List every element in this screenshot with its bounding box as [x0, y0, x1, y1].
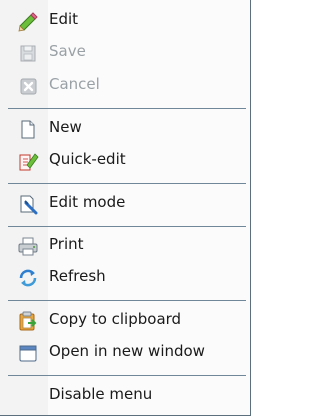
edit-mode-icon	[17, 193, 39, 215]
menu-item-label: Cancel	[49, 75, 100, 93]
context-menu: Edit Save Cancel New Quick-edit Edit mod…	[0, 0, 251, 416]
menu-item-edit[interactable]: Edit	[0, 4, 250, 36]
menu-item-label: Edit	[49, 10, 79, 28]
clipboard-icon	[17, 310, 39, 332]
menu-item-label: Refresh	[49, 267, 106, 285]
menu-separator	[8, 183, 246, 184]
printer-icon	[17, 235, 39, 257]
menu-separator	[8, 108, 246, 109]
menu-item-print[interactable]: Print	[0, 229, 250, 261]
menu-item-cancel[interactable]: Cancel	[0, 69, 250, 101]
menu-item-label: Save	[49, 42, 86, 60]
save-icon	[17, 42, 39, 64]
menu-item-quick-edit[interactable]: Quick-edit	[0, 144, 250, 176]
menu-item-new[interactable]: New	[0, 112, 250, 144]
menu-item-label: Print	[49, 235, 84, 253]
menu-item-label: New	[49, 118, 82, 136]
menu-item-label: Quick-edit	[49, 150, 126, 168]
menu-separator	[8, 300, 246, 301]
menu-item-label: Edit mode	[49, 193, 126, 211]
menu-item-label: Open in new window	[49, 342, 205, 360]
quick-edit-icon	[17, 150, 39, 172]
menu-item-save[interactable]: Save	[0, 36, 250, 68]
pencil-icon	[17, 10, 39, 32]
menu-item-copy-to-clipboard[interactable]: Copy to clipboard	[0, 304, 250, 336]
menu-item-edit-mode[interactable]: Edit mode	[0, 187, 250, 219]
new-window-icon	[17, 342, 39, 364]
refresh-icon	[17, 267, 39, 289]
menu-item-refresh[interactable]: Refresh	[0, 261, 250, 293]
menu-item-label: Disable menu	[49, 385, 153, 403]
menu-item-label: Copy to clipboard	[49, 310, 182, 328]
menu-item-disable-menu[interactable]: Disable menu	[0, 379, 250, 411]
menu-separator	[8, 226, 246, 227]
new-page-icon	[17, 118, 39, 140]
menu-separator	[8, 375, 246, 376]
cancel-icon	[17, 75, 39, 97]
menu-item-open-in-new-window[interactable]: Open in new window	[0, 336, 250, 368]
